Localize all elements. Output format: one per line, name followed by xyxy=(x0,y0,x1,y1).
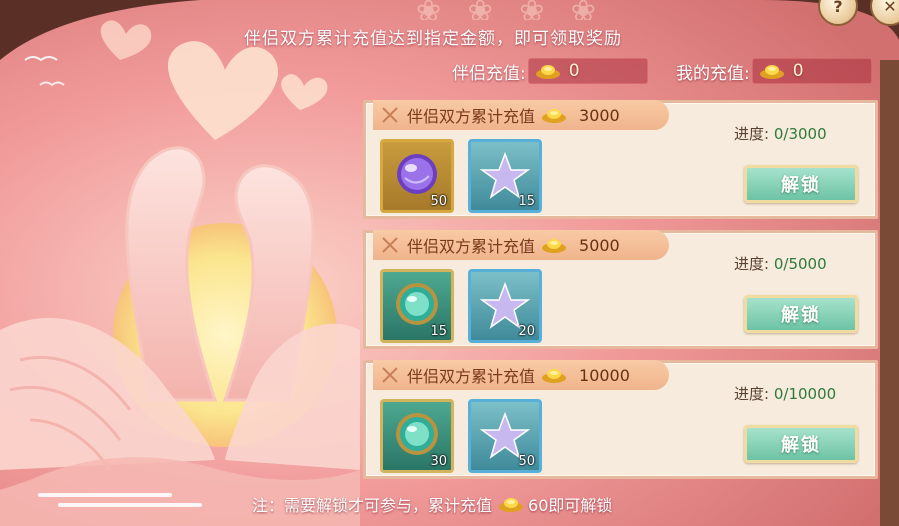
progress-value: 0/5000 xyxy=(773,255,827,273)
unlock-note: 注：需要解锁才可参与，累计充值 60即可解锁 xyxy=(252,492,692,516)
progress-value: 0/10000 xyxy=(773,385,837,403)
gold-ingot-icon xyxy=(541,107,567,123)
item-count: 20 xyxy=(518,324,535,339)
tier-amount: 10000 xyxy=(579,365,630,385)
item-count: 15 xyxy=(518,194,535,209)
progress-value: 0/3000 xyxy=(773,125,827,143)
note-prefix: 注：需要解锁才可参与，累计充值 xyxy=(252,496,493,515)
note-suffix: 60即可解锁 xyxy=(528,496,613,515)
partner-recharge-value: 0 xyxy=(568,61,580,81)
reward-item-slot[interactable]: 15 xyxy=(380,269,454,343)
reward-item-slot[interactable]: 15 xyxy=(468,139,542,213)
tier-progress: 进度: 0/10000 xyxy=(734,383,836,404)
partner-recharge-box: 0 xyxy=(527,58,648,84)
tier-ribbon: 伴侣双方累计充值 3000 xyxy=(373,100,669,130)
ribbon-hook-icon xyxy=(382,237,398,253)
tier-ribbon: 伴侣双方累计充值 5000 xyxy=(373,230,669,260)
item-count: 50 xyxy=(430,194,447,209)
progress-label: 进度: xyxy=(734,255,770,273)
progress-label: 进度: xyxy=(734,385,770,403)
item-count: 50 xyxy=(518,454,535,469)
reward-item-slot[interactable]: 50 xyxy=(468,399,542,473)
gold-ingot-icon xyxy=(541,237,567,253)
ribbon-hook-icon xyxy=(382,107,398,123)
my-recharge-box: 0 xyxy=(751,58,872,84)
my-recharge: 我的充值: 0 xyxy=(676,58,872,84)
event-description: 伴侣双方累计充值达到指定金额，即可领取奖励 xyxy=(244,29,622,49)
item-count: 15 xyxy=(430,324,447,339)
reward-tier-card: 伴侣双方累计充值 3000 50 15 进度: 0/3000 解锁 xyxy=(363,100,878,219)
tier-ribbon: 伴侣双方累计充值 10000 xyxy=(373,360,669,390)
tier-title: 伴侣双方累计充值 xyxy=(407,367,536,386)
decorative-title-art: ❀ ❀ ❀ ❀ xyxy=(416,0,604,20)
reward-item-slot[interactable]: 30 xyxy=(380,399,454,473)
gold-ingot-icon xyxy=(541,367,567,383)
tier-amount: 5000 xyxy=(579,235,620,255)
gold-ingot-icon xyxy=(759,63,785,79)
reward-tier-card: 伴侣双方累计充值 10000 30 50 进度: 0/10000 解锁 xyxy=(363,360,878,479)
tier-progress: 进度: 0/5000 xyxy=(734,253,827,274)
tier-progress: 进度: 0/3000 xyxy=(734,123,827,144)
unlock-button[interactable]: 解锁 xyxy=(744,295,858,333)
partner-recharge: 伴侣充值: 0 xyxy=(452,58,648,84)
tier-title: 伴侣双方累计充值 xyxy=(407,237,536,256)
partner-recharge-label: 伴侣充值: xyxy=(452,63,526,84)
progress-label: 进度: xyxy=(734,125,770,143)
unlock-button[interactable]: 解锁 xyxy=(744,165,858,203)
unlock-button[interactable]: 解锁 xyxy=(744,425,858,463)
tier-title: 伴侣双方累计充值 xyxy=(407,107,536,126)
gold-ingot-icon xyxy=(498,496,524,512)
reward-item-slot[interactable]: 50 xyxy=(380,139,454,213)
my-recharge-label: 我的充值: xyxy=(676,63,750,84)
my-recharge-value: 0 xyxy=(792,61,804,81)
tier-amount: 3000 xyxy=(579,105,620,125)
ribbon-hook-icon xyxy=(382,367,398,383)
reward-item-slot[interactable]: 20 xyxy=(468,269,542,343)
reward-tier-card: 伴侣双方累计充值 5000 15 20 进度: 0/5000 解锁 xyxy=(363,230,878,349)
item-count: 30 xyxy=(430,454,447,469)
gold-ingot-icon xyxy=(535,63,561,79)
